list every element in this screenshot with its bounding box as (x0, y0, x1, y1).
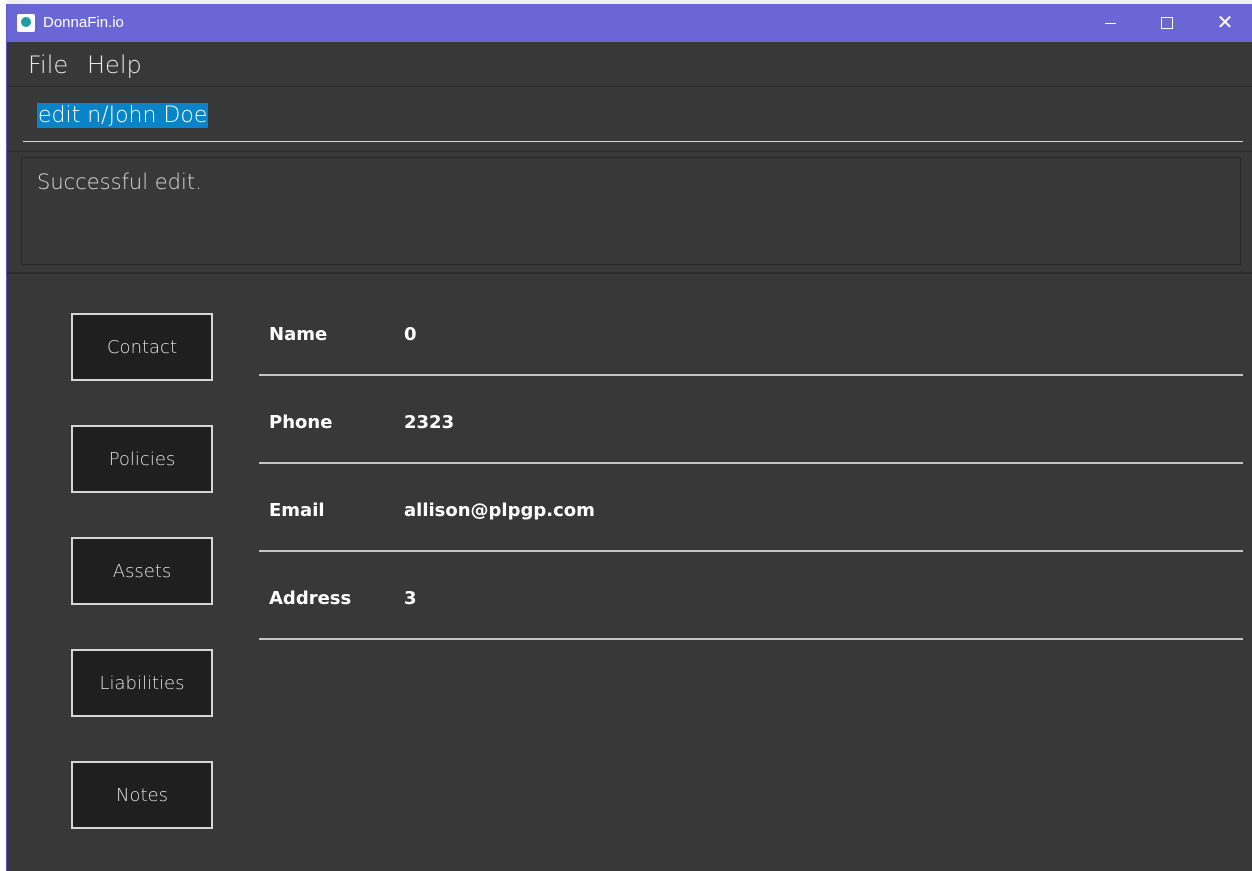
result-display: Successful edit. (21, 157, 1241, 265)
field-row-address: Address 3 (259, 552, 1243, 640)
minimize-icon (1104, 22, 1116, 24)
result-display-area: Successful edit. (7, 152, 1252, 274)
command-input[interactable]: edit n/John Doe (23, 101, 1243, 142)
minimize-button[interactable] (1081, 4, 1139, 42)
tab-assets[interactable]: Assets (71, 537, 213, 605)
command-input-text[interactable]: edit n/John Doe (37, 103, 209, 128)
field-row-phone: Phone 2323 (259, 376, 1243, 464)
tab-notes[interactable]: Notes (71, 761, 213, 829)
window-title: DonnaFin.io (43, 14, 124, 31)
field-value: 2323 (404, 412, 455, 433)
app-logo-icon (17, 14, 35, 32)
tab-policies[interactable]: Policies (71, 425, 213, 493)
field-row-name: Name 0 (259, 288, 1243, 376)
field-value: 3 (404, 588, 417, 609)
tab-liabilities[interactable]: Liabilities (71, 649, 213, 717)
field-label: Email (269, 500, 325, 521)
field-value: 0 (404, 324, 417, 345)
field-value: allison@plpgp.com (404, 500, 595, 521)
field-label: Phone (269, 412, 333, 433)
maximize-icon (1161, 17, 1173, 29)
app-window: DonnaFin.io ✕ File Help edit n/John Doe … (6, 4, 1252, 871)
maximize-button[interactable] (1138, 4, 1196, 42)
close-button[interactable]: ✕ (1196, 4, 1252, 42)
title-bar[interactable]: DonnaFin.io ✕ (7, 4, 1252, 42)
tab-contact[interactable]: Contact (71, 313, 213, 381)
field-label: Name (269, 324, 328, 345)
result-message: Successful edit. (37, 170, 202, 194)
field-row-email: Email allison@plpgp.com (259, 464, 1243, 552)
menu-help[interactable]: Help (87, 51, 142, 79)
close-icon: ✕ (1216, 12, 1234, 34)
menu-bar: File Help (7, 42, 1252, 87)
command-box-area: edit n/John Doe (7, 87, 1252, 152)
field-label: Address (269, 588, 352, 609)
menu-file[interactable]: File (28, 51, 68, 79)
